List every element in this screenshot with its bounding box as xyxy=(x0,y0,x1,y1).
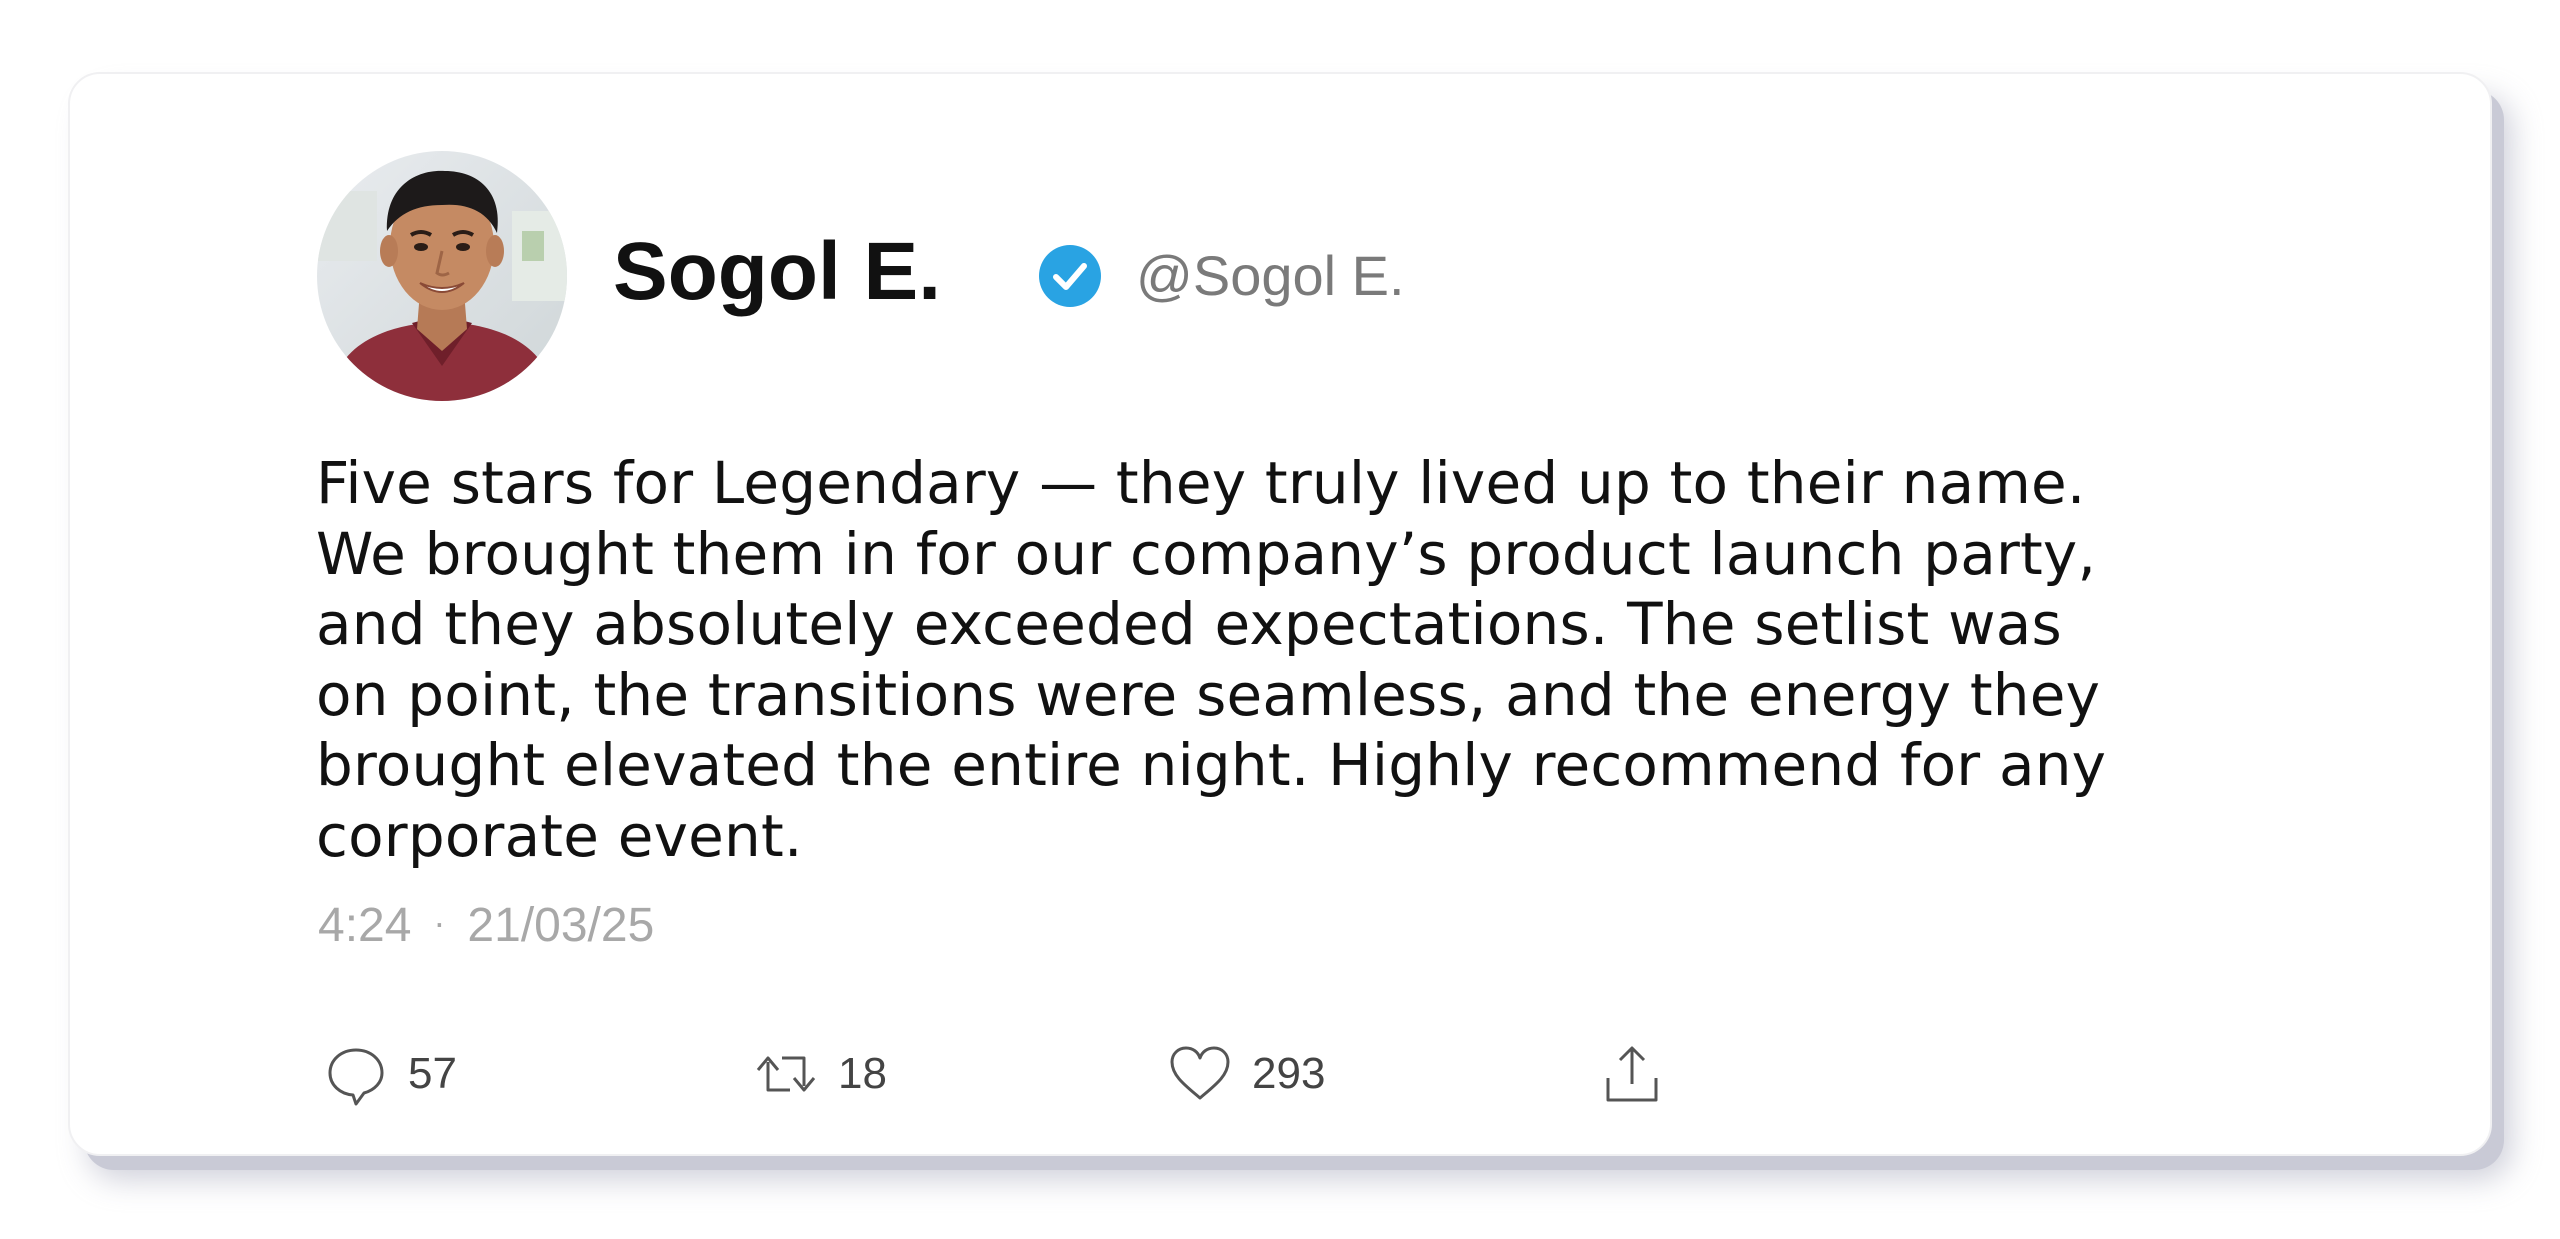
tweet-text-line: We brought them in for our company’s pro… xyxy=(316,519,2097,588)
retweet-icon xyxy=(756,1056,816,1092)
author-name[interactable]: Sogol E. xyxy=(613,222,941,322)
avatar-photo xyxy=(317,151,567,401)
share-button[interactable] xyxy=(1600,1034,1664,1114)
avatar[interactable] xyxy=(317,151,567,401)
tweet-time: 4:24 xyxy=(318,899,412,952)
like-count: 293 xyxy=(1252,1049,1326,1098)
tweet-text-line: on point, the transitions were seamless,… xyxy=(316,660,2101,729)
reply-count: 57 xyxy=(408,1049,457,1098)
meta-separator: · xyxy=(433,902,446,943)
share-icon xyxy=(1606,1046,1658,1102)
author-handle[interactable]: @Sogol E. xyxy=(1136,244,1405,308)
like-button[interactable]: 293 xyxy=(1168,1034,1325,1114)
heart-icon xyxy=(1170,1046,1230,1100)
action-bar: 57 18 293 xyxy=(70,1034,2490,1114)
tweet-date: 21/03/25 xyxy=(467,899,655,952)
tweet-timestamp[interactable]: 4:24 · 21/03/25 xyxy=(318,896,654,959)
reply-icon xyxy=(328,1048,384,1106)
retweet-button[interactable]: 18 xyxy=(754,1034,887,1114)
reply-button[interactable]: 57 xyxy=(324,1034,457,1114)
tweet-text: Five stars for Legendary — they truly li… xyxy=(316,448,2276,871)
retweet-count: 18 xyxy=(838,1049,887,1098)
tweet-text-line: and they absolutely exceeded expectation… xyxy=(316,590,2062,658)
verified-badge-icon xyxy=(1039,245,1101,307)
tweet-text-line: Five stars for Legendary — they truly li… xyxy=(316,449,2086,517)
tweet-text-line: corporate event. xyxy=(316,801,803,870)
tweet-card: Sogol E. @Sogol E. Five stars for Legend… xyxy=(68,72,2492,1156)
tweet-text-line: brought elevated the entire night. Highl… xyxy=(316,731,2107,799)
